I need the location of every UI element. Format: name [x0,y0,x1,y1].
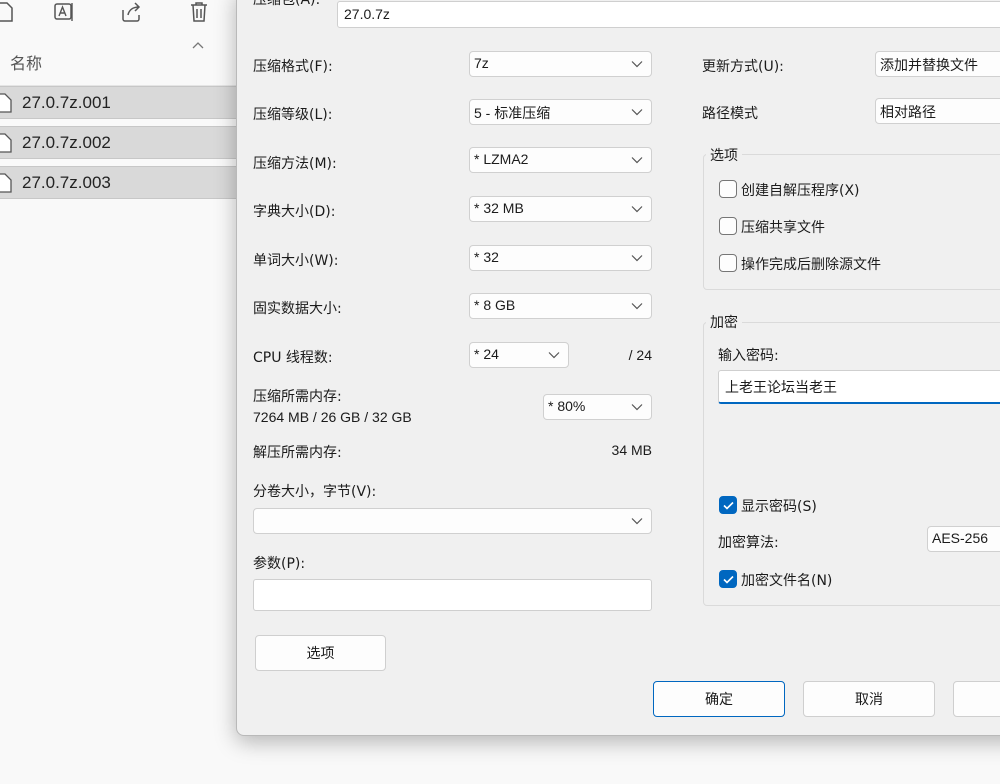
file-name: 27.0.7z.002 [22,133,111,152]
options-button[interactable]: 选项 [255,635,386,671]
cpu-threads-value: * 24 [474,346,499,362]
dictionary-value: * 32 MB [474,200,524,216]
shared-files-label[interactable]: 压缩共享文件 [741,217,825,237]
encryption-method-label: 加密算法: [718,535,779,551]
solid-block-value: * 8 GB [474,297,516,313]
file-icon [0,173,12,193]
chevron-down-icon [631,157,643,164]
chevron-down-icon [631,206,643,213]
memory-percent-value: * 80% [548,398,586,414]
delete-after-checkbox[interactable] [719,254,737,272]
sort-chevron-icon[interactable] [191,38,205,49]
format-select[interactable]: 7z [469,51,652,77]
level-label: 压缩等级(L): [253,107,333,123]
encryption-group-title: 加密 [706,312,742,332]
path-mode-value: 相对路径 [880,104,936,120]
show-password-label[interactable]: 显示密码(S) [741,496,817,516]
memory-decompress-label: 解压所需内存: [253,445,342,461]
delete-after-label[interactable]: 操作完成后删除源文件 [741,254,881,274]
format-label: 压缩格式(F): [253,59,333,75]
archive-label: 压缩包(A): [253,0,321,8]
word-size-label: 单词大小(W): [253,253,339,269]
level-value: 5 - 标准压缩 [474,105,551,121]
file-icon[interactable] [0,0,18,24]
sfx-label[interactable]: 创建自解压程序(X) [741,180,860,200]
parameters-input[interactable] [253,579,652,611]
memory-compress-label: 压缩所需内存: [253,389,342,405]
word-size-select[interactable]: * 32 [469,245,652,271]
chevron-down-icon [631,61,643,68]
solid-block-label: 固实数据大小: [253,301,342,317]
encrypt-names-checkbox[interactable] [719,570,737,588]
path-mode-label: 路径模式 [702,106,758,122]
word-size-value: * 32 [474,249,499,265]
path-mode-select[interactable]: 相对路径 [875,98,1000,124]
update-mode-select[interactable]: 添加并替换文件 [875,51,1000,77]
update-mode-label: 更新方式(U): [702,59,784,75]
shared-files-checkbox[interactable] [719,217,737,235]
method-label: 压缩方法(M): [253,156,337,172]
memory-percent-select[interactable]: * 80% [543,394,652,420]
options-group-title: 选项 [706,145,742,165]
memory-compress-detail: 7264 MB / 26 GB / 32 GB [253,409,412,425]
column-header-name[interactable]: 名称 [10,50,42,74]
file-row[interactable]: 27.0.7z.001 [0,86,236,119]
dictionary-select[interactable]: * 32 MB [469,196,652,222]
rename-icon[interactable] [52,0,78,24]
method-select[interactable]: * LZMA2 [469,147,652,173]
chevron-down-icon [631,255,643,262]
encryption-method-select[interactable]: AES-256 [927,526,1000,552]
add-to-archive-dialog: 压缩包(A): 27.0.7z 压缩格式(F): 7z 压缩等级(L): 5 -… [236,0,1000,736]
password-label: 输入密码: [718,348,779,364]
file-name: 27.0.7z.001 [22,93,111,112]
file-row[interactable]: 27.0.7z.003 [0,166,236,199]
dictionary-label: 字典大小(D): [253,204,336,220]
cpu-threads-label: CPU 线程数: [253,350,333,366]
encryption-method-value: AES-256 [932,530,989,546]
chevron-down-icon [631,109,643,116]
chevron-down-icon [631,404,643,411]
file-name: 27.0.7z.003 [22,173,111,192]
cpu-threads-select[interactable]: * 24 [469,342,569,368]
cpu-threads-total: / 24 [628,347,652,363]
chevron-down-icon [548,352,560,359]
help-button[interactable] [953,681,1000,717]
format-value: 7z [474,55,489,71]
delete-icon[interactable] [186,0,212,24]
chevron-down-icon [631,518,643,525]
update-mode-value: 添加并替换文件 [880,57,978,73]
parameters-label: 参数(P): [253,556,306,572]
level-select[interactable]: 5 - 标准压缩 [469,99,652,125]
file-icon [0,93,12,113]
sfx-checkbox[interactable] [719,180,737,198]
show-password-checkbox[interactable] [719,496,737,514]
chevron-down-icon [631,303,643,310]
cancel-button[interactable]: 取消 [803,681,935,717]
encrypt-names-label[interactable]: 加密文件名(N) [741,570,832,590]
archive-path-input[interactable]: 27.0.7z [337,1,1000,28]
password-input[interactable]: 上老王论坛当老王 [718,370,1000,404]
checkmark-icon [723,501,734,510]
method-value: * LZMA2 [474,151,529,167]
file-icon [0,133,12,153]
memory-decompress-value: 34 MB [611,442,652,458]
split-volume-select[interactable] [253,508,652,534]
share-icon[interactable] [119,0,145,24]
split-volume-label: 分卷大小，字节(V): [253,484,377,500]
file-row[interactable]: 27.0.7z.002 [0,126,236,159]
solid-block-select[interactable]: * 8 GB [469,293,652,319]
checkmark-icon [723,575,734,584]
ok-button[interactable]: 确定 [653,681,785,717]
